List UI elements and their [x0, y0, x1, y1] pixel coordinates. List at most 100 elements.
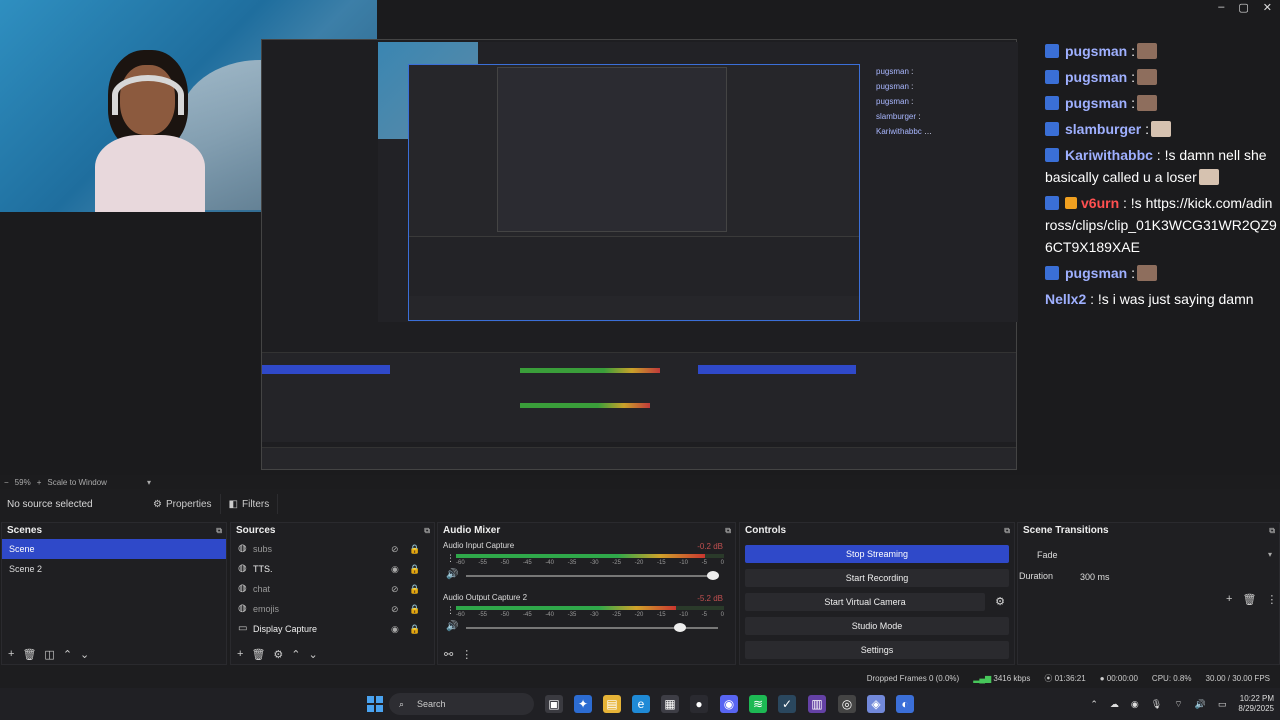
filters-button[interactable]: ◧ Filters — [221, 494, 279, 514]
source-item[interactable]: ◍ chat ⊘ 🔒 — [231, 579, 434, 599]
task-view-icon[interactable]: ▣ — [545, 695, 563, 713]
source-item[interactable]: ◍ TTS. ◉ 🔒 — [231, 559, 434, 579]
lock-icon[interactable]: 🔒 — [409, 559, 420, 579]
volume-slider[interactable] — [466, 571, 719, 580]
chevron-up-icon[interactable]: ⌃ — [1090, 699, 1098, 710]
transitions-title: Scene Transitions ⧉ — [1018, 523, 1279, 539]
start-virtual-camera-button[interactable]: Start Virtual Camera — [745, 593, 985, 611]
edge-icon[interactable]: e — [632, 695, 650, 713]
cloud-icon[interactable]: ☁ — [1110, 699, 1119, 710]
battery-icon[interactable]: ▭ — [1218, 699, 1227, 710]
menu-dots-icon[interactable]: ⋮ — [446, 553, 455, 564]
add-icon[interactable]: + — [8, 648, 14, 660]
undock-icon[interactable]: ⧉ — [424, 523, 430, 539]
chrome-icon[interactable]: ◎ — [838, 695, 856, 713]
spotify-icon[interactable]: ≋ — [749, 695, 767, 713]
scene-item[interactable]: Scene — [2, 539, 226, 559]
taskbar-search[interactable]: ⌕ Search — [389, 693, 534, 715]
eye-off-icon[interactable]: ⊘ — [391, 599, 399, 619]
speaker-icon[interactable]: 🔊 — [446, 621, 458, 632]
wifi-icon[interactable]: ⌔ — [1174, 699, 1182, 710]
lock-icon[interactable]: 🔒 — [409, 579, 420, 599]
app-icon[interactable]: ◈ — [867, 695, 885, 713]
minimize-icon[interactable]: ‒ — [1218, 1, 1224, 13]
eye-icon[interactable]: ◉ — [391, 619, 399, 639]
meter-tick: -25 — [612, 612, 621, 618]
trash-icon[interactable]: 🗑 — [1242, 593, 1256, 606]
file-explorer-icon[interactable]: ▤ — [603, 695, 621, 713]
chevron-down-icon[interactable]: ▾ — [147, 478, 151, 487]
mirror-meter — [520, 403, 650, 408]
studio-mode-button[interactable]: Studio Mode — [745, 617, 1009, 635]
chevron-up-icon[interactable]: ⌃ — [63, 648, 72, 661]
menu-dots-icon[interactable]: ⋮ — [446, 605, 455, 616]
settings-button[interactable]: Settings — [745, 641, 1009, 659]
link-icon[interactable]: ⚯ — [444, 648, 453, 661]
eye-off-icon[interactable]: ⊘ — [391, 539, 399, 559]
meter-tick: -50 — [500, 612, 510, 618]
source-item[interactable]: ▭ Display Capture ◉ 🔒 — [231, 619, 434, 639]
undock-icon[interactable]: ⧉ — [725, 523, 731, 539]
copilot-icon[interactable]: ✦ — [574, 695, 592, 713]
transition-select[interactable]: Fade ▾ — [1022, 547, 1276, 563]
emote-icon — [1137, 69, 1158, 85]
menu-dots-icon[interactable]: ⋮ — [461, 648, 472, 661]
display-capture-mirror: ‒ ▢ ✕ pugsman : pugsman : pugsman : slam… — [261, 39, 1018, 470]
discord-tray-icon[interactable]: ◉ — [1131, 699, 1139, 710]
trash-icon[interactable]: 🗑 — [251, 648, 265, 661]
clock[interactable]: 10:22 PM 8/29/2025 — [1238, 694, 1274, 714]
slider-knob[interactable] — [674, 623, 687, 632]
lock-icon[interactable]: 🔒 — [409, 619, 420, 639]
chevron-down-icon[interactable]: ⌄ — [309, 648, 318, 661]
store-icon[interactable]: ▦ — [661, 695, 679, 713]
undock-icon[interactable]: ⧉ — [1004, 523, 1010, 539]
scene-item[interactable]: Scene 2 — [2, 559, 226, 579]
lock-icon[interactable]: 🔒 — [409, 599, 420, 619]
source-item[interactable]: ◍ emojis ⊘ 🔒 — [231, 599, 434, 619]
add-icon[interactable]: + — [237, 648, 243, 660]
chevron-down-icon[interactable]: ⌄ — [80, 648, 89, 661]
mirror-scene-selected — [262, 365, 390, 374]
mic-icon[interactable]: ● — [690, 695, 708, 713]
properties-button[interactable]: ⚙ Properties — [145, 494, 221, 514]
add-icon[interactable]: + — [1226, 593, 1232, 606]
close-icon[interactable]: ✕ — [1263, 1, 1272, 14]
eye-icon[interactable]: ◉ — [391, 559, 399, 579]
duration-input[interactable]: 300 ms — [1076, 570, 1276, 584]
gear-icon[interactable]: ⚙ — [991, 593, 1009, 611]
scenes-title: Scenes ⧉ — [2, 523, 226, 539]
sources-dock: Sources ⧉ ◍ subs ⊘ 🔒 ◍ TTS. ◉ 🔒 ◍ chat ⊘ 🔒 ◍ emojis… — [230, 522, 435, 665]
undock-icon[interactable]: ⧉ — [1269, 523, 1275, 539]
slider-knob[interactable] — [706, 571, 719, 580]
maximize-icon[interactable]: ▢ — [1238, 1, 1248, 14]
meter-tick: 0 — [720, 560, 724, 566]
filter-icon[interactable]: ◫ — [44, 648, 54, 661]
volume-slider[interactable] — [466, 623, 718, 632]
badge-icon — [1045, 96, 1059, 110]
mirror-nested-panels — [409, 236, 859, 296]
trash-icon[interactable]: 🗑 — [22, 648, 36, 661]
steam-icon[interactable]: ✓ — [778, 695, 796, 713]
speaker-icon[interactable]: 🔊 — [1195, 699, 1206, 710]
scale-mode-select[interactable]: Scale to Window — [47, 478, 107, 487]
cpu-usage: CPU: 0.8% — [1151, 673, 1192, 683]
source-item[interactable]: ◍ subs ⊘ 🔒 — [231, 539, 434, 559]
eye-off-icon[interactable]: ⊘ — [391, 579, 399, 599]
speaker-icon[interactable]: 🔊 — [446, 569, 458, 580]
zoom-in-icon[interactable]: + — [37, 478, 42, 487]
start-recording-button[interactable]: Start Recording — [745, 569, 1009, 587]
discord-icon[interactable]: ◉ — [720, 695, 738, 713]
gear-icon[interactable]: ⚙ — [273, 648, 283, 661]
lock-icon[interactable]: 🔒 — [409, 539, 420, 559]
track-name: Audio Input Capture — [443, 541, 515, 550]
mic-icon[interactable]: 🎙 — [1151, 699, 1162, 710]
menu-dots-icon[interactable]: ⋮ — [1266, 593, 1277, 606]
undock-icon[interactable]: ⧉ — [216, 523, 222, 539]
chevron-up-icon[interactable]: ⌃ — [291, 648, 300, 661]
obs-icon[interactable]: ◐ — [896, 695, 914, 713]
stop-streaming-button[interactable]: Stop Streaming — [745, 545, 1009, 563]
twitch-icon[interactable]: ▥ — [808, 695, 826, 713]
windows-start-icon[interactable] — [367, 696, 383, 712]
meter-tick: -30 — [589, 560, 599, 566]
zoom-out-icon[interactable]: − — [4, 478, 9, 487]
